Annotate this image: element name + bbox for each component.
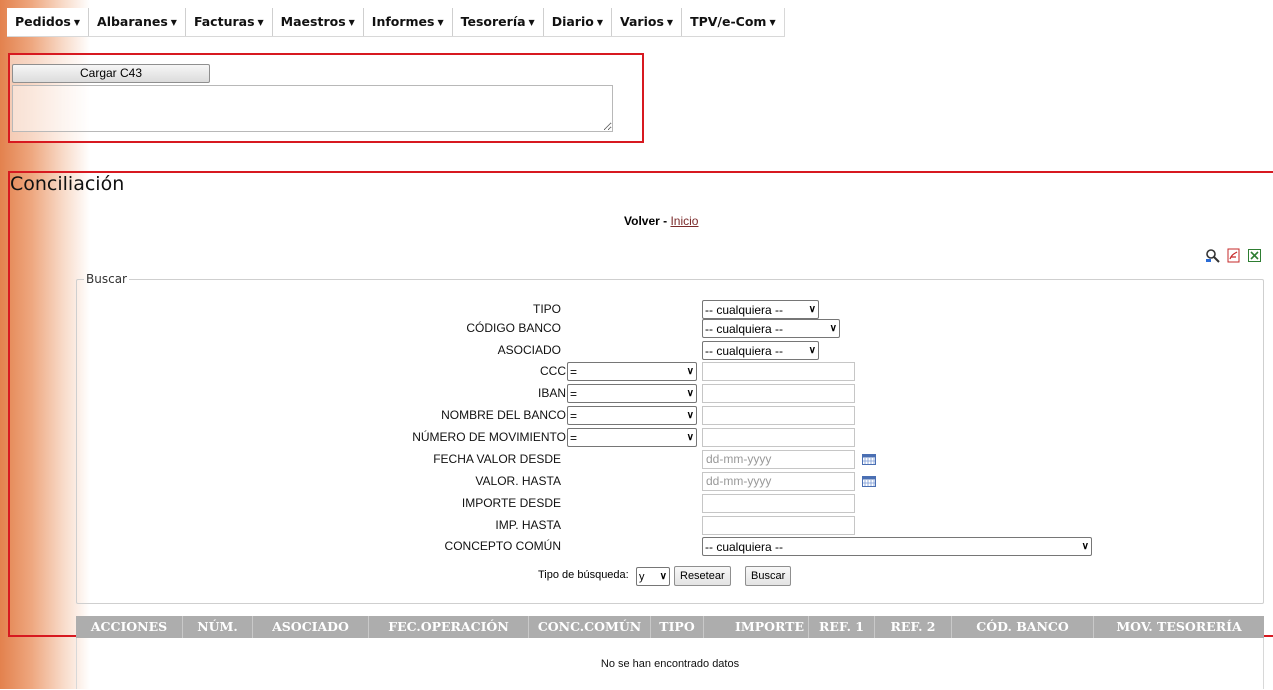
caret-down-icon: ▼	[596, 18, 603, 27]
pdf-icon[interactable]	[1226, 248, 1241, 263]
iban-operator-select[interactable]: = ∨	[567, 384, 697, 403]
home-link[interactable]: Inicio	[670, 214, 698, 228]
col-tipo[interactable]: TIPO	[651, 616, 704, 638]
col-acciones[interactable]: ACCIONES	[76, 616, 183, 638]
col-num[interactable]: NÚM.	[183, 616, 253, 638]
caret-down-icon: ▼	[666, 18, 674, 27]
caret-down-icon: ▼	[257, 18, 264, 27]
menu-diario[interactable]: Diario ▼	[544, 8, 612, 36]
menu-pedidos[interactable]: Pedidos ▼	[7, 8, 90, 36]
chevron-down-icon: ∨	[1081, 541, 1089, 552]
results-table-header: ACCIONES NÚM. ASOCIADO FEC.OPERACIÓN CON…	[76, 616, 1264, 638]
c43-upload-panel: Cargar C43	[8, 53, 644, 143]
ccc-operator-select[interactable]: = ∨	[567, 362, 697, 381]
menu-tpv-ecom[interactable]: TPV/e-Com ▼	[682, 8, 784, 36]
tipo-select[interactable]: -- cualquiera -- ∨	[702, 300, 819, 319]
fecha-valor-desde-label: FECHA VALOR DESDE	[433, 452, 561, 466]
col-fec-operacion[interactable]: FEC.OPERACIÓN	[369, 616, 529, 638]
back-label: Volver	[624, 214, 660, 228]
chevron-down-icon: ∨	[686, 388, 694, 399]
valor-hasta-label: VALOR. HASTA	[475, 474, 561, 488]
menu-albaranes[interactable]: Albaranes ▼	[89, 8, 186, 36]
imp-hasta-label: IMP. HASTA	[495, 518, 561, 532]
chevron-down-icon: ∨	[686, 410, 694, 421]
breadcrumb: Volver - Inicio	[624, 214, 698, 228]
concepto-comun-select[interactable]: -- cualquiera -- ∨	[702, 537, 1092, 556]
search-type-label: Tipo de búsqueda:	[538, 569, 629, 581]
nombre-banco-label: NOMBRE DEL BANCO	[441, 408, 566, 422]
load-c43-button[interactable]: Cargar C43	[12, 64, 210, 83]
menu-informes[interactable]: Informes ▼	[364, 8, 453, 36]
codigo-banco-select[interactable]: -- cualquiera -- ∨	[702, 319, 840, 338]
breadcrumb-separator: -	[659, 214, 671, 228]
col-ref2[interactable]: REF. 2	[875, 616, 952, 638]
search-type-select[interactable]: y ∨	[636, 567, 670, 586]
chevron-down-icon: ∨	[808, 304, 816, 315]
codigo-banco-label: CÓDIGO BANCO	[466, 321, 561, 335]
menu-maestros[interactable]: Maestros ▼	[273, 8, 364, 36]
page-title: Conciliación	[10, 173, 125, 195]
iban-label: IBAN	[537, 386, 566, 400]
importe-desde-label: IMPORTE DESDE	[461, 496, 561, 510]
chevron-down-icon: ∨	[659, 571, 667, 582]
chevron-down-icon: ∨	[686, 432, 694, 443]
nombre-banco-input[interactable]	[702, 406, 855, 425]
caret-down-icon: ▼	[437, 18, 444, 27]
concepto-comun-label: CONCEPTO COMÚN	[444, 539, 561, 553]
nombre-banco-operator-select[interactable]: = ∨	[567, 406, 697, 425]
ccc-input[interactable]	[702, 362, 855, 381]
col-asociado[interactable]: ASOCIADO	[253, 616, 369, 638]
menu-varios[interactable]: Varios ▼	[612, 8, 683, 36]
caret-down-icon: ▼	[348, 18, 355, 27]
asociado-label: ASOCIADO	[497, 343, 561, 357]
empty-results-message: No se han encontrado datos	[76, 638, 1264, 689]
col-cod-banco[interactable]: CÓD. BANCO	[952, 616, 1094, 638]
col-conc-comun[interactable]: CONC.COMÚN	[529, 616, 651, 638]
tipo-label: TIPO	[532, 302, 561, 316]
main-menu: Pedidos ▼ Albaranes ▼ Facturas ▼ Maestros ▼ …	[7, 8, 785, 37]
col-ref1[interactable]: REF. 1	[809, 616, 875, 638]
c43-textarea[interactable]	[12, 85, 613, 132]
fecha-valor-desde-input[interactable]: dd-mm-yyyy	[702, 450, 855, 469]
imp-hasta-input[interactable]	[702, 516, 855, 535]
menu-facturas[interactable]: Facturas ▼	[186, 8, 273, 36]
ccc-label: CCC	[540, 364, 566, 378]
chevron-down-icon: ∨	[686, 366, 694, 377]
col-importe[interactable]: IMPORTE	[704, 616, 809, 638]
caret-down-icon: ▼	[170, 18, 177, 27]
asociado-select[interactable]: -- cualquiera -- ∨	[702, 341, 819, 360]
caret-down-icon: ▼	[73, 18, 81, 27]
chevron-down-icon: ∨	[829, 323, 837, 334]
search-zoom-icon[interactable]	[1205, 248, 1220, 263]
importe-desde-input[interactable]	[702, 494, 855, 513]
menu-tesoreria[interactable]: Tesorería ▼	[453, 8, 544, 36]
search-legend: Buscar	[86, 272, 127, 286]
num-movimiento-operator-select[interactable]: = ∨	[567, 428, 697, 447]
valor-hasta-input[interactable]: dd-mm-yyyy	[702, 472, 855, 491]
num-movimiento-label: NÚMERO DE MOVIMIENTO	[412, 430, 566, 444]
calendar-icon[interactable]	[862, 476, 876, 487]
chevron-down-icon: ∨	[808, 345, 816, 356]
num-movimiento-input[interactable]	[702, 428, 855, 447]
export-toolbar	[1205, 248, 1262, 263]
caret-down-icon: ▼	[769, 18, 776, 27]
col-mov-tesoreria[interactable]: MOV. TESORERÍA	[1094, 616, 1264, 638]
search-button[interactable]: Buscar	[745, 566, 792, 586]
calendar-icon[interactable]	[862, 454, 876, 465]
reset-button[interactable]: Resetear	[674, 566, 731, 586]
iban-input[interactable]	[702, 384, 855, 403]
excel-icon[interactable]	[1247, 248, 1262, 263]
caret-down-icon: ▼	[528, 18, 535, 27]
